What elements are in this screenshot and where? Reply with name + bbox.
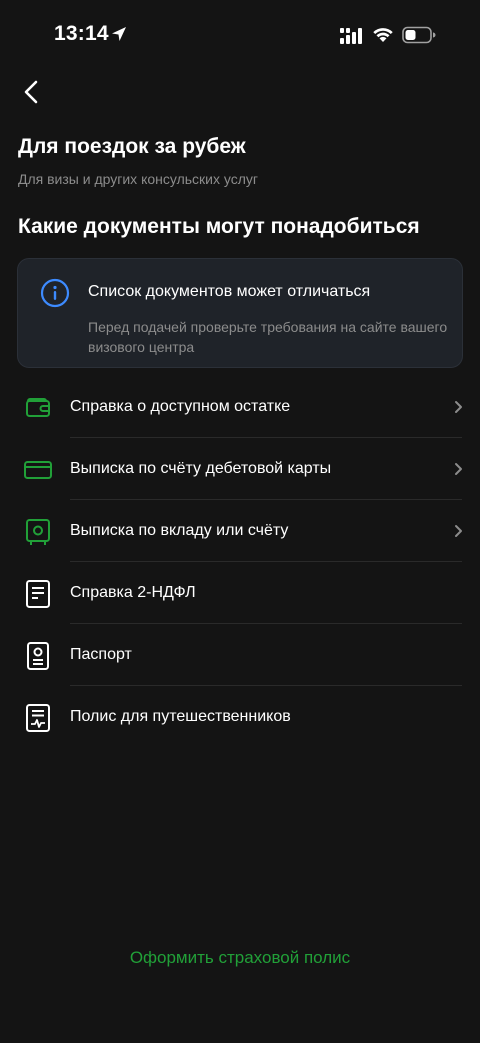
status-time: 13:14 [54, 22, 109, 45]
chevron-right-icon [455, 525, 462, 537]
screen: 13:14 Для поездок за рубеж Для визы и др… [0, 0, 480, 1043]
page-title: Для поездок за рубеж [18, 135, 246, 158]
doc-item-label: Паспорт [70, 646, 132, 663]
doc-item-debit-card-statement[interactable]: Выписка по счёту дебетовой карты [0, 438, 480, 500]
doc-item-label: Выписка по вкладу или счёту [70, 522, 289, 539]
policy-icon [26, 704, 50, 732]
info-card-text: Перед подачей проверьте требования на са… [88, 319, 448, 355]
card-icon [24, 461, 52, 479]
doc-item-deposit-statement[interactable]: Выписка по вкладу или счёту [0, 500, 480, 562]
wifi-icon [373, 28, 393, 42]
back-button[interactable] [16, 76, 48, 108]
chevron-right-icon [455, 463, 462, 475]
document-icon [26, 580, 50, 608]
doc-item-label: Полис для путешественников [70, 708, 291, 725]
battery-icon [402, 26, 436, 44]
doc-item-label: Справка 2-НДФЛ [70, 584, 196, 601]
documents-list: Справка о доступном остатке Выписка по с… [0, 376, 480, 748]
safe-icon [26, 519, 50, 545]
section-title: Какие документы могут понадобиться [18, 215, 420, 238]
info-card-title: Список документов может отличаться [88, 283, 371, 300]
page-subtitle: Для визы и других консульских услуг [18, 171, 258, 187]
doc-item-label: Выписка по счёту дебетовой карты [70, 460, 332, 477]
passport-icon [27, 642, 49, 670]
doc-item-passport: Паспорт [0, 624, 480, 686]
status-bar: 13:14 [0, 0, 480, 70]
doc-item-available-balance[interactable]: Справка о доступном остатке [0, 376, 480, 438]
wallet-icon [26, 398, 50, 417]
doc-item-label: Справка о доступном остатке [70, 398, 291, 415]
location-arrow-icon [112, 27, 126, 41]
doc-item-travel-policy: Полис для путешественников [0, 686, 480, 748]
cellular-signal-icon [340, 28, 362, 44]
chevron-right-icon [455, 401, 462, 413]
doc-item-2ndfl: Справка 2-НДФЛ [0, 562, 480, 624]
info-icon [40, 278, 70, 308]
info-card: Список документов может отличаться Перед… [17, 258, 463, 368]
issue-insurance-policy-button[interactable]: Оформить страховой полис [0, 948, 480, 974]
